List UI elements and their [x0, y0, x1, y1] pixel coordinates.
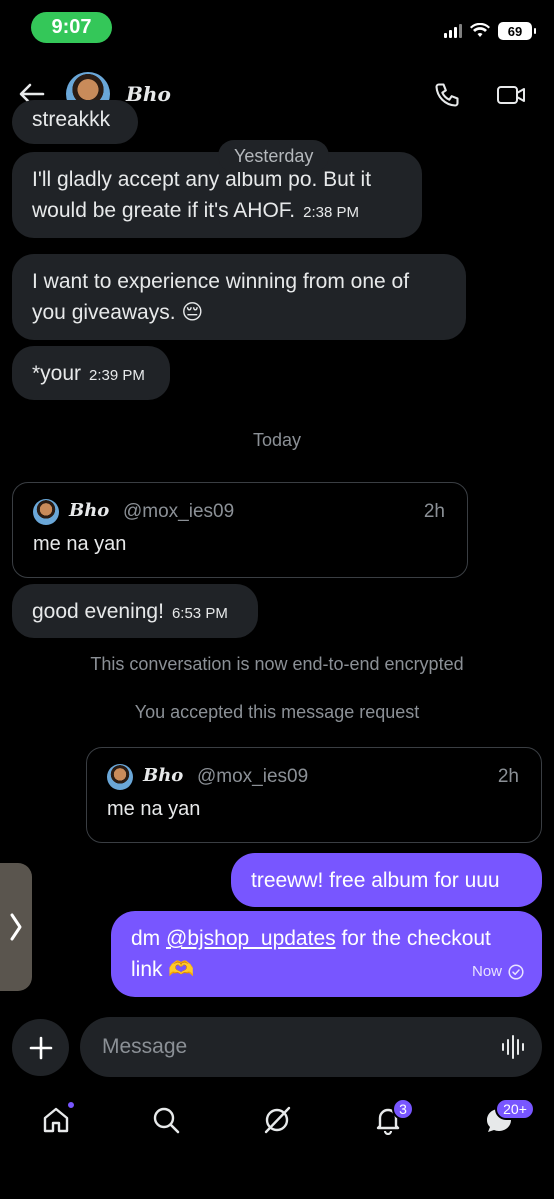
tab-home[interactable]: [38, 1100, 76, 1138]
message-text: good evening!: [32, 600, 164, 623]
message-input[interactable]: [102, 1017, 482, 1077]
mention-link[interactable]: @bjshop_updates: [166, 927, 336, 950]
day-separator-yesterday: Yesterday: [218, 140, 330, 172]
message-bubble-received[interactable]: *your 2:39 PM: [12, 346, 170, 400]
message-text: treeww! free album for uuu: [251, 869, 500, 892]
signal-icon: [444, 24, 462, 38]
quoted-post-name: 𝑩𝒉𝒐: [143, 765, 184, 786]
message-bubble-partial[interactable]: streakkk: [12, 100, 138, 144]
tab-search[interactable]: [148, 1102, 184, 1138]
message-timestamp: 2:39 PM: [89, 367, 145, 384]
waveform-icon: [502, 1035, 524, 1059]
message-bubble-received[interactable]: I'll gladly accept any album po. But it …: [12, 152, 422, 238]
tab-grok[interactable]: [259, 1102, 295, 1138]
bottom-tab-bar: 3 20+: [0, 1090, 554, 1150]
message-status: Now: [472, 956, 524, 987]
status-time: 9:07: [31, 12, 112, 43]
quoted-post-name: 𝑩𝒉𝒐: [69, 500, 110, 521]
day-separator-today: Today: [252, 430, 302, 450]
check-circle-icon: [508, 963, 524, 980]
quoted-post-card[interactable]: 𝑩𝒉𝒐 @mox_ies09 2h me na yan: [12, 482, 468, 578]
contact-name[interactable]: 𝑩𝒉𝒐: [126, 82, 171, 106]
quoted-post-age: 2h: [497, 766, 519, 787]
quoted-post-text: me na yan: [33, 533, 127, 555]
message-timestamp: Now: [471, 963, 502, 980]
phone-icon: [435, 83, 459, 107]
message-composer: [80, 1017, 542, 1077]
tab-notifications[interactable]: 3: [370, 1098, 414, 1138]
quoted-post-avatar: [33, 499, 59, 525]
quoted-post-text: me na yan: [107, 798, 201, 820]
quoted-post-handle: @mox_ies09: [123, 501, 235, 522]
message-text-prefix: dm: [131, 927, 167, 950]
message-bubble-sent[interactable]: dm @bjshop_updates for the checkout link…: [111, 911, 542, 997]
system-message-encrypted: This conversation is now end-to-end encr…: [90, 654, 464, 674]
quoted-post-handle: @mox_ies09: [197, 766, 309, 787]
message-timestamp: 6:53 PM: [171, 605, 228, 622]
message-bubble-sent[interactable]: treeww! free album for uuu: [231, 853, 542, 907]
message-text: *your: [32, 362, 82, 385]
messages-badge: 20+: [495, 1098, 535, 1120]
status-icons: 69: [444, 22, 536, 40]
side-drawer-handle[interactable]: [0, 863, 32, 991]
home-unread-dot: [66, 1100, 76, 1110]
tab-messages[interactable]: 20+: [481, 1098, 535, 1138]
system-message-accepted: You accepted this message request: [134, 702, 420, 722]
quoted-post-age: 2h: [423, 501, 445, 522]
message-bubble-received[interactable]: good evening! 6:53 PM: [12, 584, 258, 638]
add-attachment-button[interactable]: [12, 1019, 69, 1076]
message-bubble-received[interactable]: I want to experience winning from one of…: [12, 254, 466, 340]
plus-icon: [29, 1036, 52, 1059]
message-text: streakkk: [32, 108, 111, 131]
message-text: I want to experience winning from one of…: [32, 270, 410, 324]
video-call-button[interactable]: [494, 78, 528, 112]
quoted-post-avatar: [107, 764, 133, 790]
message-timestamp: 2:38 PM: [303, 204, 360, 221]
notifications-badge: 3: [392, 1098, 414, 1120]
battery-icon: 69: [498, 22, 536, 40]
quoted-post-card[interactable]: 𝑩𝒉𝒐 @mox_ies09 2h me na yan: [86, 747, 542, 843]
chevron-right-icon: [10, 913, 22, 941]
wifi-icon: [470, 23, 490, 37]
voice-call-button[interactable]: [430, 78, 464, 112]
grok-icon: [264, 1106, 291, 1134]
home-icon: [43, 1107, 69, 1133]
voice-message-button[interactable]: [500, 1033, 528, 1061]
status-bar: 9:07 69: [0, 0, 554, 60]
search-icon: [153, 1107, 180, 1134]
video-camera-icon: [497, 86, 525, 104]
